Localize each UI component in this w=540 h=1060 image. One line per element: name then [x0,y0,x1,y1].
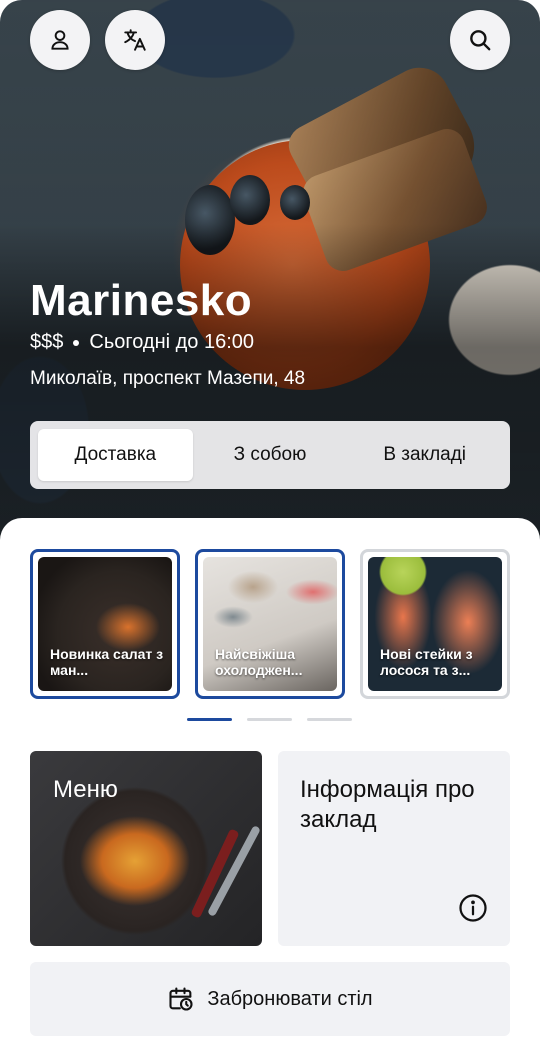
story-item[interactable]: Найсвіжіша охолоджен... [195,549,345,699]
user-icon [51,30,69,50]
story-image: Найсвіжіша охолоджен... [203,557,337,691]
separator-dot [73,339,80,346]
restaurant-address: Миколаїв, проспект Мазепи, 48 [30,368,306,389]
restaurant-meta: $$$ Сьогодні до 16:00 [30,331,254,354]
book-table-button[interactable]: Забронювати стіл [30,962,510,1036]
price-level: $$$ [30,331,64,353]
story-image: Новинка салат з ман... [38,557,172,691]
menu-card[interactable]: Меню [30,751,262,946]
pager-dot-active[interactable] [187,718,232,721]
story-item[interactable]: Нові стейки з лосося та з... [360,549,510,699]
story-caption: Найсвіжіша охолоджен... [215,645,303,679]
stories-carousel: Новинка салат з ман... Найсвіжіша охолод… [30,549,510,699]
search-button[interactable] [450,10,510,70]
pager-dot[interactable] [307,718,352,721]
story-caption: Нові стейки з лосося та з... [380,645,473,679]
tab-dine-in[interactable]: В закладі [347,429,502,481]
menu-card-label: Меню [53,776,118,803]
restaurant-name: Marinesko [30,276,253,325]
info-icon [459,894,487,922]
carousel-pager [187,718,352,721]
story-image: Нові стейки з лосося та з... [368,557,502,691]
story-item[interactable]: Новинка салат з ман... [30,549,180,699]
calendar-clock-icon [169,987,193,1011]
info-card-label: Інформація про заклад [300,776,475,833]
translate-button[interactable] [105,10,165,70]
translate-icon [124,29,146,51]
book-table-label: Забронювати стіл [207,987,373,1010]
info-card[interactable]: Інформація про заклад [278,751,510,946]
hero-image: Marinesko $$$ Сьогодні до 16:00 Миколаїв… [0,0,540,560]
tab-takeaway[interactable]: З собою [193,429,348,481]
content-sheet: Новинка салат з ман... Найсвіжіша охолод… [0,518,540,1060]
story-caption: Новинка салат з ман... [50,645,164,679]
profile-button[interactable] [30,10,90,70]
opening-hours: Сьогодні до 16:00 [89,331,255,353]
order-mode-switch: Доставка З собою В закладі [30,421,510,489]
tab-delivery[interactable]: Доставка [38,429,193,481]
pager-dot[interactable] [247,718,292,721]
screen: Marinesko $$$ Сьогодні до 16:00 Миколаїв… [0,0,540,1060]
search-icon [470,30,491,51]
